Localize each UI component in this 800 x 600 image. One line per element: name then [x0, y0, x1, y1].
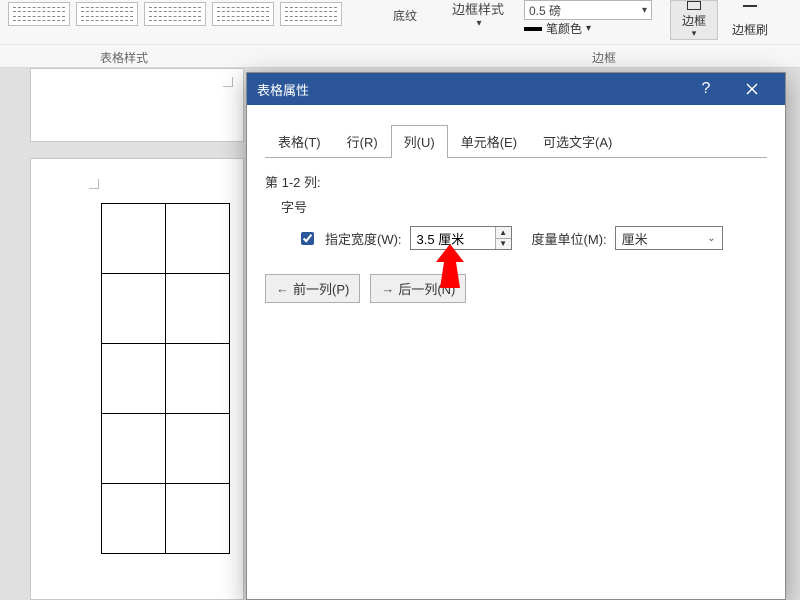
page-corner-mark: [89, 179, 99, 189]
border-style-label: 边框样式: [452, 0, 504, 18]
shading-label: 底纹: [393, 7, 417, 24]
shading-button[interactable]: 底纹: [384, 0, 426, 30]
section-size-label: 字号: [281, 197, 767, 216]
pen-color-swatch: [524, 27, 542, 31]
width-input[interactable]: [411, 227, 495, 249]
pen-color-button[interactable]: 笔颜色 ▾: [524, 20, 591, 37]
dialog-tabs: 表格(T) 行(R) 列(U) 单元格(E) 可选文字(A): [247, 105, 785, 157]
close-icon: [746, 83, 758, 95]
border-painter-button[interactable]: 边框刷: [722, 0, 778, 40]
pen-color-label: 笔颜色: [546, 20, 582, 37]
width-spinner: ▲ ▼: [410, 226, 512, 250]
table-styles-gallery[interactable]: [8, 2, 342, 26]
specify-width-checkbox[interactable]: [301, 232, 314, 245]
border-painter-label: 边框刷: [732, 21, 768, 38]
next-column-button[interactable]: → 后一列(N): [370, 274, 466, 303]
group-label-borders: 边框: [592, 49, 616, 66]
tab-label: 可选文字(A): [543, 135, 612, 150]
measure-unit-value: 厘米: [622, 229, 648, 248]
table-properties-dialog: 表格属性 ? 表格(T) 行(R) 列(U) 单元格(E) 可选文字(A) 第 …: [246, 72, 786, 600]
tab-column[interactable]: 列(U): [391, 125, 448, 157]
column-nav-row: ← 前一列(P) → 后一列(N): [265, 274, 767, 303]
width-row: 指定宽度(W): ▲ ▼ 度量单位(M): 厘米 ⌄: [297, 226, 767, 250]
page: [30, 68, 244, 142]
specify-width-label: 指定宽度(W):: [325, 229, 402, 248]
style-thumb[interactable]: [280, 2, 342, 26]
page-corner-mark: [223, 77, 233, 87]
help-icon: ?: [702, 80, 711, 98]
page: [30, 158, 244, 600]
border-painter-icon: [743, 5, 757, 19]
chevron-down-icon: ▾: [586, 23, 591, 34]
line-weight-value: 0.5 磅: [529, 2, 561, 19]
arrow-left-icon: ←: [276, 281, 289, 296]
dialog-body: 第 1-2 列: 字号 指定宽度(W): ▲ ▼ 度量单位(M): 厘米 ⌄ ←…: [247, 158, 785, 317]
tab-table[interactable]: 表格(T): [265, 125, 334, 157]
arrow-right-icon: →: [381, 281, 394, 296]
chevron-down-icon: ⌄: [707, 233, 715, 244]
ribbon-group-labels: 表格样式 边框: [0, 44, 800, 68]
dialog-titlebar: 表格属性 ?: [247, 73, 785, 105]
ribbon: 底纹 边框样式▾ 0.5 磅 ▾ 笔颜色 ▾ 边框 ▾ 边框刷: [0, 0, 800, 44]
measure-unit-label: 度量单位(M):: [532, 229, 607, 248]
tab-label: 单元格(E): [461, 135, 517, 150]
next-column-label: 后一列(N): [398, 279, 455, 298]
previous-column-label: 前一列(P): [293, 279, 349, 298]
previous-column-button[interactable]: ← 前一列(P): [265, 274, 360, 303]
line-weight-dropdown[interactable]: 0.5 磅 ▾: [524, 0, 652, 20]
border-style-button[interactable]: 边框样式▾: [447, 0, 509, 28]
close-button[interactable]: [729, 73, 775, 105]
borders-split-button[interactable]: 边框 ▾: [670, 0, 718, 40]
spinner-up-button[interactable]: ▲: [496, 227, 511, 238]
chevron-down-icon: ▾: [692, 29, 697, 37]
borders-label: 边框: [682, 12, 706, 29]
help-button[interactable]: ?: [683, 73, 729, 105]
tab-label: 列(U): [404, 135, 435, 150]
tab-alt-text[interactable]: 可选文字(A): [530, 125, 625, 157]
column-range-label: 第 1-2 列:: [265, 172, 767, 191]
style-thumb[interactable]: [212, 2, 274, 26]
chevron-down-icon: ▾: [642, 5, 647, 16]
border-icon: [687, 1, 701, 10]
tab-row[interactable]: 行(R): [334, 125, 391, 157]
tab-label: 行(R): [347, 135, 378, 150]
style-thumb[interactable]: [76, 2, 138, 26]
style-thumb[interactable]: [8, 2, 70, 26]
spinner-down-button[interactable]: ▼: [496, 238, 511, 250]
group-label-table-styles: 表格样式: [100, 49, 148, 66]
tab-cell[interactable]: 单元格(E): [448, 125, 530, 157]
chevron-down-icon: ▾: [476, 18, 481, 29]
tab-label: 表格(T): [278, 135, 321, 150]
style-thumb[interactable]: [144, 2, 206, 26]
dialog-title: 表格属性: [257, 80, 309, 99]
document-table[interactable]: [101, 203, 230, 554]
measure-unit-select[interactable]: 厘米 ⌄: [615, 226, 723, 250]
